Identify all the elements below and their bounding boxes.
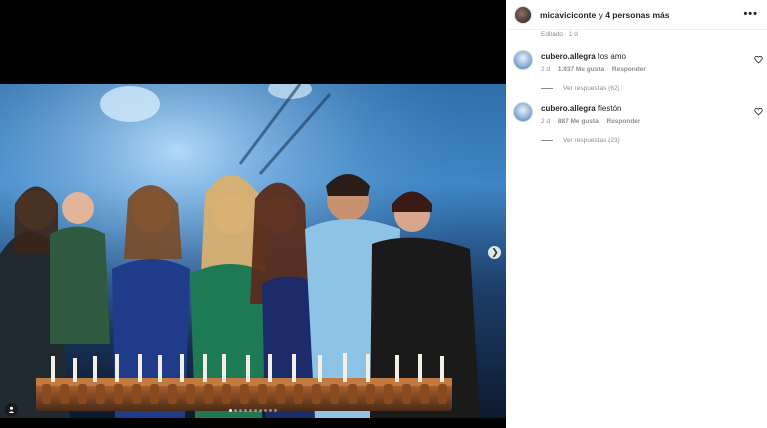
post-header: micaviciconte y 4 personas más ••• <box>506 0 767 30</box>
comment-username[interactable]: cubero.allegra <box>541 104 596 113</box>
replies-divider <box>541 140 553 141</box>
replies-divider <box>541 88 553 89</box>
view-replies-label: Ver respuestas (62) <box>563 85 620 92</box>
authors-conjunction: y <box>596 9 606 20</box>
comment-age: 2 d <box>541 66 551 73</box>
comment-likes[interactable]: 887 Me gusta <box>558 118 599 125</box>
reply-button[interactable]: Responder <box>607 118 641 125</box>
heart-icon[interactable] <box>754 55 763 64</box>
carousel-dot <box>259 409 262 412</box>
comment-username[interactable]: cubero.allegra <box>541 52 596 61</box>
view-replies-label: Ver respuestas (23) <box>563 137 620 144</box>
carousel-dot <box>269 409 272 412</box>
comment-text: fiestón <box>597 104 622 113</box>
chevron-right-icon: ❯ <box>491 247 499 257</box>
author-username[interactable]: micaviciconte <box>540 10 596 20</box>
coauthors-link[interactable]: 4 personas más <box>605 10 669 20</box>
post-sidebar: micaviciconte y 4 personas más ••• Edita… <box>506 0 767 428</box>
cake-pieces <box>42 384 447 404</box>
post-photo[interactable] <box>0 84 506 418</box>
comment-likes[interactable]: 1.937 Me gusta <box>558 66 604 73</box>
carousel-dot <box>254 409 257 412</box>
heart-icon[interactable] <box>754 107 763 116</box>
edited-timestamp: Editado · 1 d <box>541 31 578 38</box>
carousel-dot <box>244 409 247 412</box>
photo-illustration <box>0 84 506 418</box>
more-options-icon[interactable]: ••• <box>743 8 758 20</box>
next-slide-button[interactable]: ❯ <box>488 246 501 259</box>
carousel-dot <box>239 409 242 412</box>
view-replies-button[interactable]: Ver respuestas (62) <box>541 85 620 92</box>
comment-line: cubero.allegra fiestón <box>541 104 622 113</box>
commenter-avatar[interactable] <box>513 102 533 122</box>
comment-text: los amo <box>597 52 626 61</box>
carousel-dot <box>234 409 237 412</box>
carousel-dot <box>264 409 267 412</box>
carousel-dot <box>229 409 232 412</box>
commenter-avatar[interactable] <box>513 50 533 70</box>
carousel-dot <box>249 409 252 412</box>
reply-button[interactable]: Responder <box>612 66 646 73</box>
carousel-dot <box>274 409 277 412</box>
comment-meta: 2 d 1.937 Me gusta Responder <box>541 66 652 73</box>
comment-line: cubero.allegra los amo <box>541 52 626 61</box>
comment-age: 2 d <box>541 118 551 125</box>
author-avatar[interactable] <box>514 5 532 24</box>
post-media-pane: ❯ <box>0 0 506 428</box>
post-authors: micaviciconte y 4 personas más <box>540 10 669 20</box>
comment-meta: 2 d 887 Me gusta Responder <box>541 118 646 125</box>
carousel-indicator <box>0 409 506 412</box>
view-replies-button[interactable]: Ver respuestas (23) <box>541 137 620 144</box>
